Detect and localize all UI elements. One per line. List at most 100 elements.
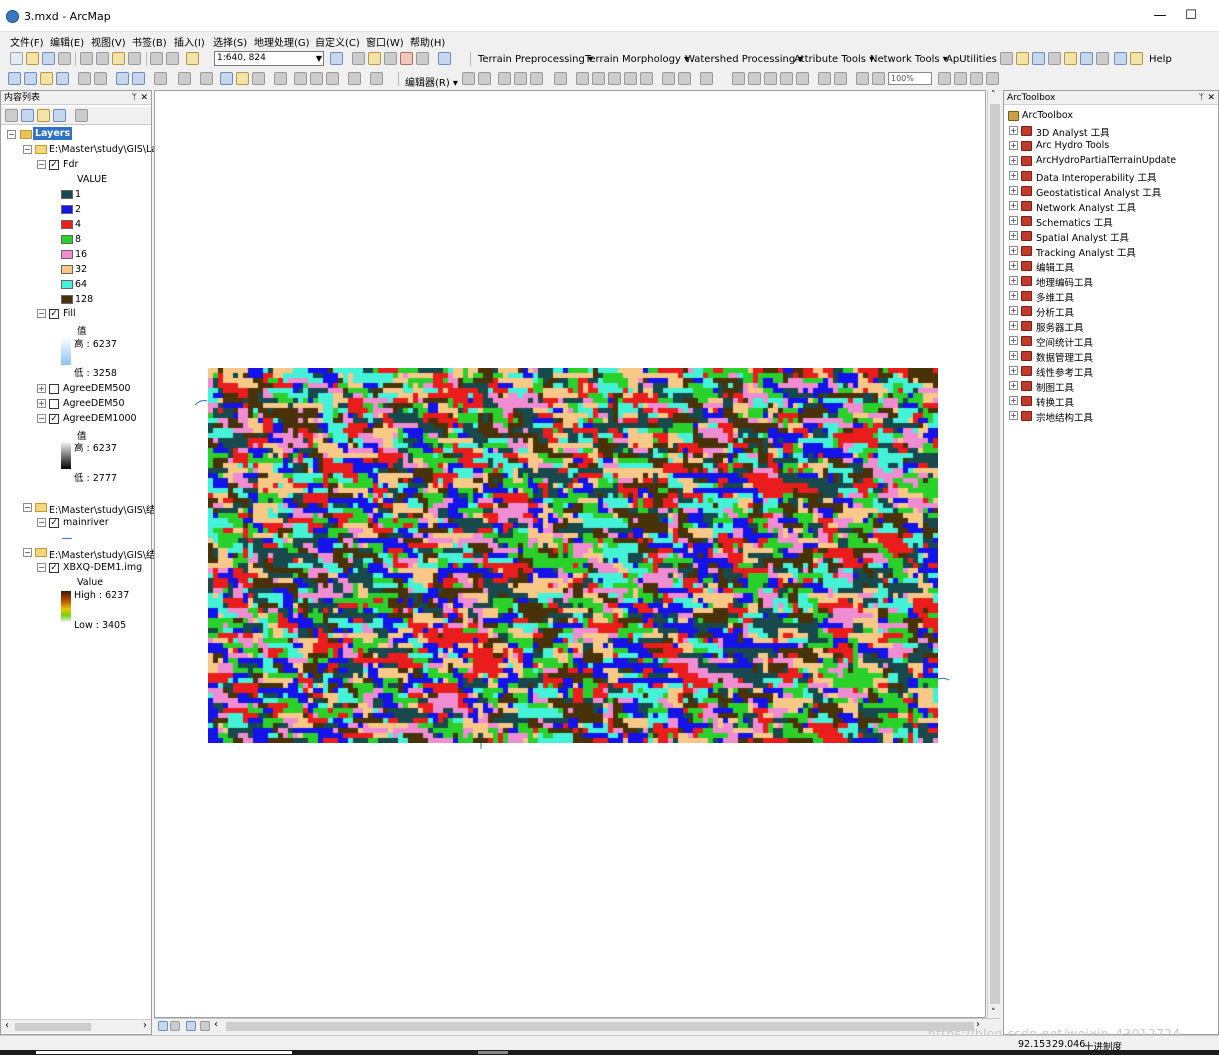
reshape-icon[interactable] [592, 72, 605, 85]
editor-toolbar-icon[interactable] [330, 52, 343, 65]
expand-toolbox-icon[interactable]: + [1009, 261, 1018, 270]
scroll-down-icon[interactable]: ˅ [991, 1008, 996, 1018]
fdr-class-swatch[interactable] [61, 190, 73, 199]
menu-view[interactable]: 视图(V) [91, 34, 126, 49]
html-popup-icon[interactable] [252, 72, 265, 85]
point-delineation-icon[interactable] [1032, 52, 1045, 65]
expand-toolbox-icon[interactable]: + [1009, 276, 1018, 285]
open-folder-icon[interactable] [26, 52, 39, 65]
toolbox-item[interactable]: Tracking Analyst 工具 [1036, 245, 1136, 259]
forward-extent-icon[interactable] [132, 72, 145, 85]
expand-dem500-icon[interactable]: + [37, 384, 46, 393]
list-by-drawing-order-icon[interactable] [5, 109, 18, 122]
minimize-button[interactable]: — [1146, 6, 1174, 26]
expand-toolbox-icon[interactable]: + [1009, 351, 1018, 360]
sketch-properties-icon[interactable] [678, 72, 691, 85]
fixed-zoom-out-icon[interactable] [94, 72, 107, 85]
terrain-preprocessing-menu[interactable]: Terrain Preprocessing ▾ [478, 54, 593, 65]
toolbox-item[interactable]: Network Analyst 工具 [1036, 200, 1136, 214]
chevron-down-icon[interactable]: ▼ [316, 52, 322, 65]
pin-icon[interactable]: ᛘ [1199, 91, 1204, 105]
group3-path[interactable]: E:\Master\study\GIS\结 [49, 547, 156, 561]
collapse-layers-icon[interactable]: − [7, 130, 16, 139]
arctoolbox-window-icon[interactable] [400, 52, 413, 65]
layout-zoom-out-icon[interactable] [748, 72, 761, 85]
scroll-left-icon[interactable]: ‹ [5, 1020, 9, 1031]
maximize-button[interactable]: ☐ [1177, 6, 1205, 26]
expand-toolbox-icon[interactable]: + [1009, 411, 1018, 420]
help-menu[interactable]: Help [1149, 54, 1172, 65]
expand-toolbox-icon[interactable]: + [1009, 366, 1018, 375]
fdr-class-swatch[interactable] [61, 295, 73, 304]
map-horizontal-scroll-thumb[interactable] [226, 1022, 974, 1031]
cut-icon[interactable] [80, 52, 93, 65]
close-icon[interactable]: ✕ [140, 91, 148, 105]
flow-path-icon[interactable] [1016, 52, 1029, 65]
toc-window-icon[interactable] [352, 52, 365, 65]
expand-toolbox-icon[interactable]: + [1009, 216, 1018, 225]
zoom-whole-page-icon[interactable] [780, 72, 793, 85]
toc-options-icon[interactable] [75, 109, 88, 122]
toolbox-item[interactable]: Data Interoperability 工具 [1036, 170, 1157, 184]
straight-segment-icon[interactable] [498, 72, 511, 85]
zoom-100-icon[interactable] [796, 72, 809, 85]
create-viewer-icon[interactable] [370, 72, 383, 85]
mainriver-visibility-checkbox[interactable]: ✓ [49, 518, 59, 528]
paste-icon[interactable] [112, 52, 125, 65]
dem50-visibility-checkbox[interactable] [49, 399, 59, 409]
toolbox-item[interactable]: 转换工具 [1036, 395, 1074, 409]
new-document-icon[interactable] [10, 52, 23, 65]
rotate-icon[interactable] [640, 72, 653, 85]
measure-icon[interactable] [274, 72, 287, 85]
pin-icon[interactable]: ᛘ [132, 91, 137, 105]
split-tool-icon[interactable] [624, 72, 637, 85]
toolbox-item[interactable]: 数据管理工具 [1036, 350, 1093, 364]
refresh-icon[interactable] [186, 1021, 196, 1031]
undo-icon[interactable] [150, 52, 163, 65]
fdr-class-swatch[interactable] [61, 280, 73, 289]
globe-icon[interactable] [1096, 52, 1109, 65]
edit-vertices-icon[interactable] [576, 72, 589, 85]
select-features-icon[interactable] [154, 72, 167, 85]
xbxq-visibility-checkbox[interactable]: ✓ [49, 563, 59, 573]
network-tools-menu[interactable]: Network Tools ▾ [870, 54, 948, 65]
menu-geoprocessing[interactable]: 地理处理(G) [254, 34, 310, 49]
select-elements-icon[interactable] [200, 72, 213, 85]
toolbox-item[interactable]: Schematics 工具 [1036, 215, 1113, 229]
map-scale-input[interactable]: 1:640, 824 ▼ [214, 51, 324, 66]
arctoolbox-root[interactable]: ArcToolbox [1022, 110, 1073, 121]
expand-toolbox-icon[interactable]: + [1009, 171, 1018, 180]
attributes-icon[interactable] [662, 72, 675, 85]
toolbox-item[interactable]: Spatial Analyst 工具 [1036, 230, 1129, 244]
dem1000-visibility-checkbox[interactable]: ✓ [49, 414, 59, 424]
toggle-draft-mode-icon[interactable] [938, 72, 951, 85]
fill-layer[interactable]: Fill [63, 308, 76, 319]
expand-toolbox-icon[interactable]: + [1009, 141, 1018, 150]
expand-toolbox-icon[interactable]: + [1009, 381, 1018, 390]
collapse-group2-icon[interactable]: − [23, 503, 32, 512]
trace-icon[interactable] [1064, 52, 1077, 65]
list-by-source-icon[interactable] [21, 109, 34, 122]
flag-icon[interactable] [1114, 52, 1127, 65]
go-to-xy-icon[interactable] [326, 72, 339, 85]
change-layout-icon[interactable] [970, 72, 983, 85]
scroll-left-icon[interactable]: ‹ [214, 1019, 218, 1030]
pencil-icon[interactable] [1130, 52, 1143, 65]
toolbox-item[interactable]: 线性参考工具 [1036, 365, 1093, 379]
layers-root[interactable]: Layers [33, 127, 73, 140]
map-display[interactable] [154, 90, 986, 1018]
group1-path[interactable]: E:\Master\study\GIS\La [49, 144, 157, 155]
list-by-selection-icon[interactable] [53, 109, 66, 122]
fdr-class-swatch[interactable] [61, 250, 73, 259]
toolbox-item[interactable]: ArcHydroPartialTerrainUpdate [1036, 155, 1176, 166]
dem500-layer[interactable]: AgreeDEM500 [63, 383, 131, 394]
fdr-class-swatch[interactable] [61, 265, 73, 274]
map-vertical-scrollbar[interactable]: ˄ ˅ [987, 90, 1001, 1018]
full-extent-icon[interactable] [56, 72, 69, 85]
edit-annotation-icon[interactable] [478, 72, 491, 85]
xbxq-layer[interactable]: XBXQ-DEM1.img [63, 562, 142, 573]
toolbox-item[interactable]: 3D Analyst 工具 [1036, 125, 1110, 139]
time-slider-icon[interactable] [348, 72, 361, 85]
layout-view-icon[interactable] [170, 1021, 180, 1031]
hydro-tool-icon[interactable] [1000, 52, 1013, 65]
